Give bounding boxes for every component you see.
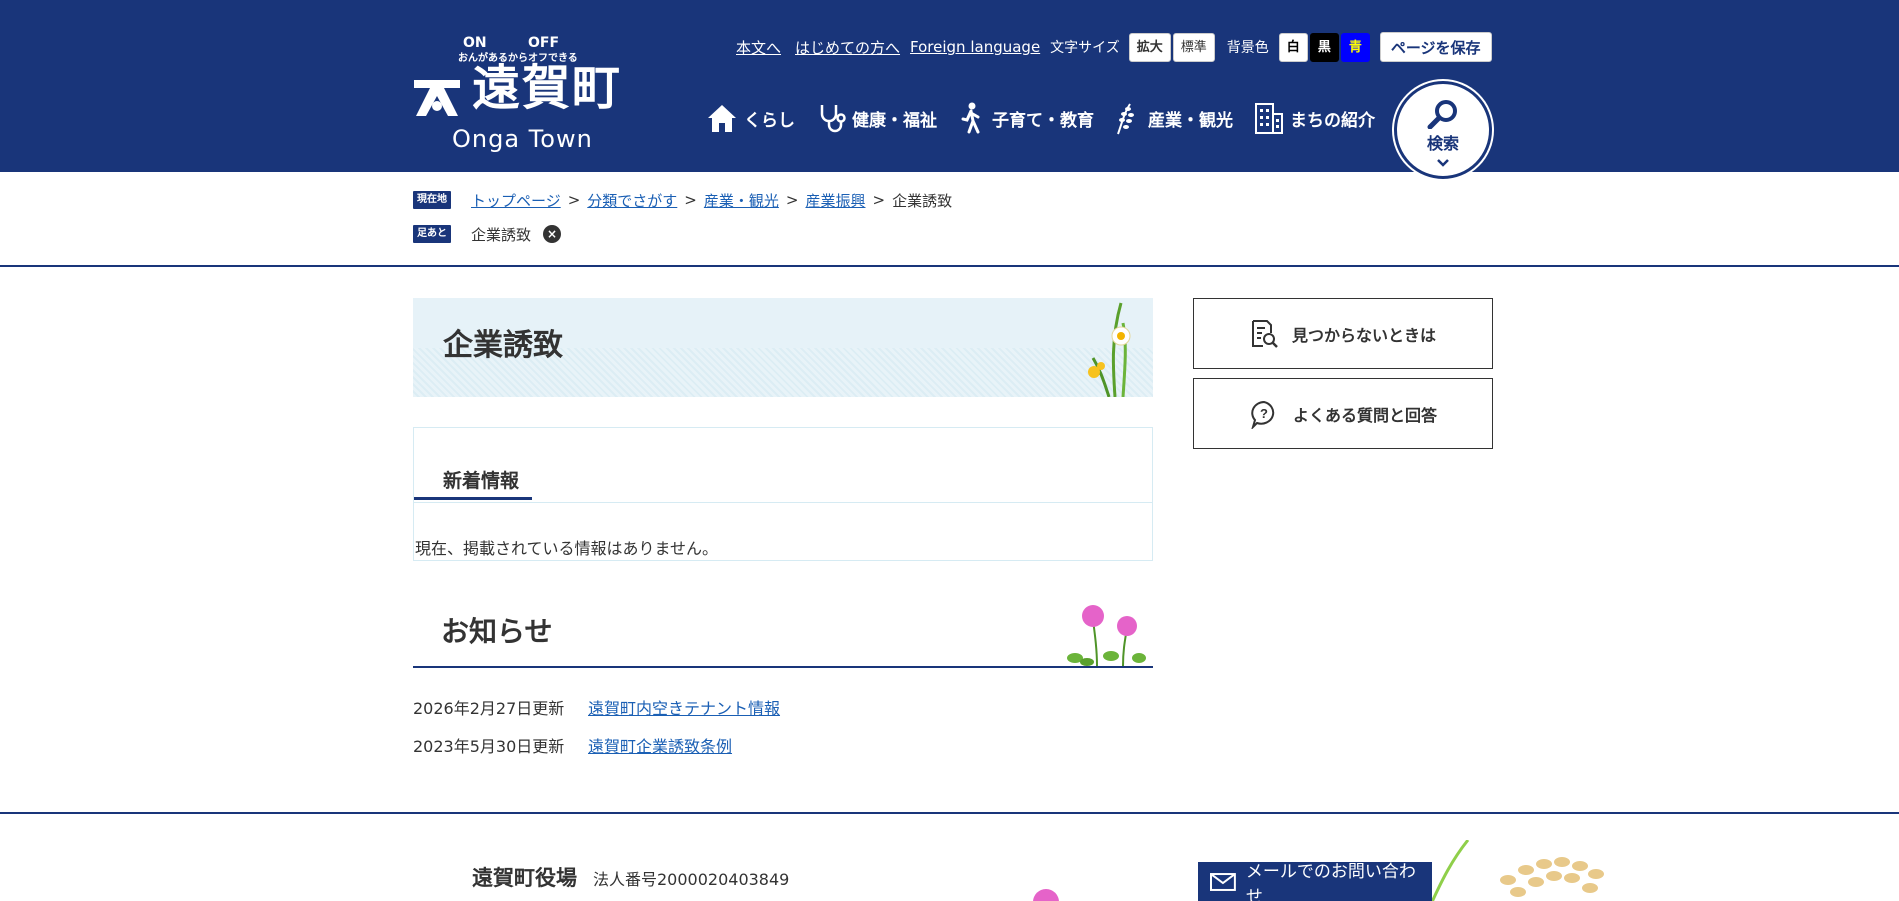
town-emblem-icon — [414, 80, 460, 116]
footprint-item[interactable]: 企業誘致 — [471, 224, 531, 245]
clover-flower-illustration-icon — [1067, 605, 1146, 666]
news-heading: 新着情報 — [414, 466, 532, 500]
chevron-down-icon — [1437, 159, 1449, 167]
notice-heading-box: お知らせ — [413, 600, 1153, 668]
walking-person-icon — [961, 102, 980, 134]
bg-color-label: 背景色 — [1226, 40, 1269, 56]
gnav-living[interactable]: くらし — [706, 100, 795, 136]
gnav-industry-tourism[interactable]: 産業・観光 — [1112, 100, 1233, 136]
breadcrumb-link-category[interactable]: 分類でさがす — [587, 190, 677, 211]
footer-corp-number: 法人番号2000020403849 — [593, 870, 790, 889]
rice-plant-icon — [1117, 103, 1134, 135]
notice-link[interactable]: 遠賀町企業誘致条例 — [588, 733, 732, 757]
list-item: 2023年5月30日更新 遠賀町企業誘致条例 — [413, 733, 732, 757]
font-standard-button[interactable]: 標準 — [1172, 32, 1215, 62]
footer-office-name: 遠賀町役場 — [472, 866, 577, 890]
breadcrumb-link-top[interactable]: トップページ — [471, 190, 561, 211]
breadcrumb-separator: > — [567, 191, 581, 209]
page-title-box: 企業誘致 — [413, 298, 1153, 397]
bg-white-button[interactable]: 白 — [1278, 32, 1308, 62]
search-icon — [1427, 100, 1457, 129]
skip-to-content-link[interactable]: 本文へ — [736, 37, 781, 58]
footprint: 足あと 企業誘致 × — [413, 223, 562, 245]
breadcrumb-link-industry[interactable]: 産業・観光 — [704, 190, 779, 211]
notice-heading: お知らせ — [441, 615, 553, 648]
rice-plant-illustration-icon — [1432, 840, 1604, 901]
foreign-language-link[interactable]: Foreign language — [910, 38, 1040, 56]
page: ON OFF おんがあるからオフできる 遠賀町 Onga Town 本文へ はじ… — [0, 0, 1899, 901]
gnav-town-intro[interactable]: まちの紹介 — [1254, 100, 1375, 136]
breadcrumb-separator: > — [785, 191, 799, 209]
breadcrumb-separator: > — [872, 191, 886, 209]
notice-date: 2023年5月30日更新 — [413, 737, 565, 756]
logo-town-name-en: Onga Town — [452, 125, 593, 153]
question-bubble-icon: ? — [1251, 400, 1275, 429]
logo-town-name: 遠賀町 — [472, 60, 623, 116]
font-size-label: 文字サイズ — [1050, 40, 1120, 56]
site-header: ON OFF おんがあるからオフできる 遠賀町 Onga Town 本文へ はじ… — [0, 0, 1899, 179]
font-enlarge-button[interactable]: 拡大 — [1128, 32, 1171, 62]
site-logo[interactable]: ON OFF おんがあるからオフできる 遠賀町 Onga Town — [412, 35, 642, 156]
list-item: 2026年2月27日更新 遠賀町内空きテナント情報 — [413, 695, 780, 719]
breadcrumb-link-promotion[interactable]: 産業振興 — [805, 190, 865, 211]
search-label: 検索 — [1426, 134, 1459, 153]
divider — [0, 265, 1899, 267]
gnav-health-welfare[interactable]: 健康・福祉 — [816, 100, 937, 136]
breadcrumb-tag: 現在地 — [413, 191, 451, 209]
faq-button[interactable]: ? よくある質問と回答 — [1193, 378, 1493, 449]
notice-date: 2026年2月27日更新 — [413, 699, 565, 718]
document-search-icon — [1251, 319, 1278, 348]
footer-divider — [0, 812, 1899, 814]
first-visitor-link[interactable]: はじめての方へ — [795, 37, 900, 58]
breadcrumb-current: 企業誘致 — [892, 191, 953, 210]
envelope-icon — [1210, 873, 1236, 891]
utility-links: 本文へ はじめての方へ Foreign language 文字サイズ 拡大 標準… — [736, 32, 1492, 62]
save-page-button[interactable]: ページを保存 — [1379, 32, 1492, 62]
footprint-tag: 足あと — [413, 225, 451, 243]
gnav-childcare-education[interactable]: 子育て・教育 — [958, 100, 1094, 136]
mail-contact-button[interactable]: メールでのお問い合わせ — [1198, 862, 1432, 901]
stethoscope-icon — [820, 105, 846, 133]
daffodil-illustration-icon — [1088, 302, 1131, 397]
flower-illustration-icon — [1033, 889, 1059, 901]
breadcrumb-separator: > — [684, 191, 697, 209]
svg-text:?: ? — [1260, 406, 1268, 421]
notice-link[interactable]: 遠賀町内空きテナント情報 — [588, 695, 780, 719]
page-title: 企業誘致 — [443, 328, 563, 363]
house-icon — [708, 105, 736, 132]
not-found-button[interactable]: 見つからないときは — [1193, 298, 1493, 369]
bg-blue-button[interactable]: 青 — [1340, 32, 1370, 62]
breadcrumb: 現在地 トップページ > 分類でさがす > 産業・観光 > 産業振興 > 企業誘… — [413, 189, 952, 211]
search-toggle-button[interactable]: 検索 — [1394, 81, 1492, 179]
close-icon[interactable]: × — [543, 225, 562, 243]
building-icon — [1255, 103, 1283, 134]
news-section: 新着情報 現在、掲載されている情報はありません。 — [413, 427, 1153, 561]
news-empty-message: 現在、掲載されている情報はありません。 — [415, 539, 719, 558]
bg-black-button[interactable]: 黒 — [1309, 32, 1339, 62]
